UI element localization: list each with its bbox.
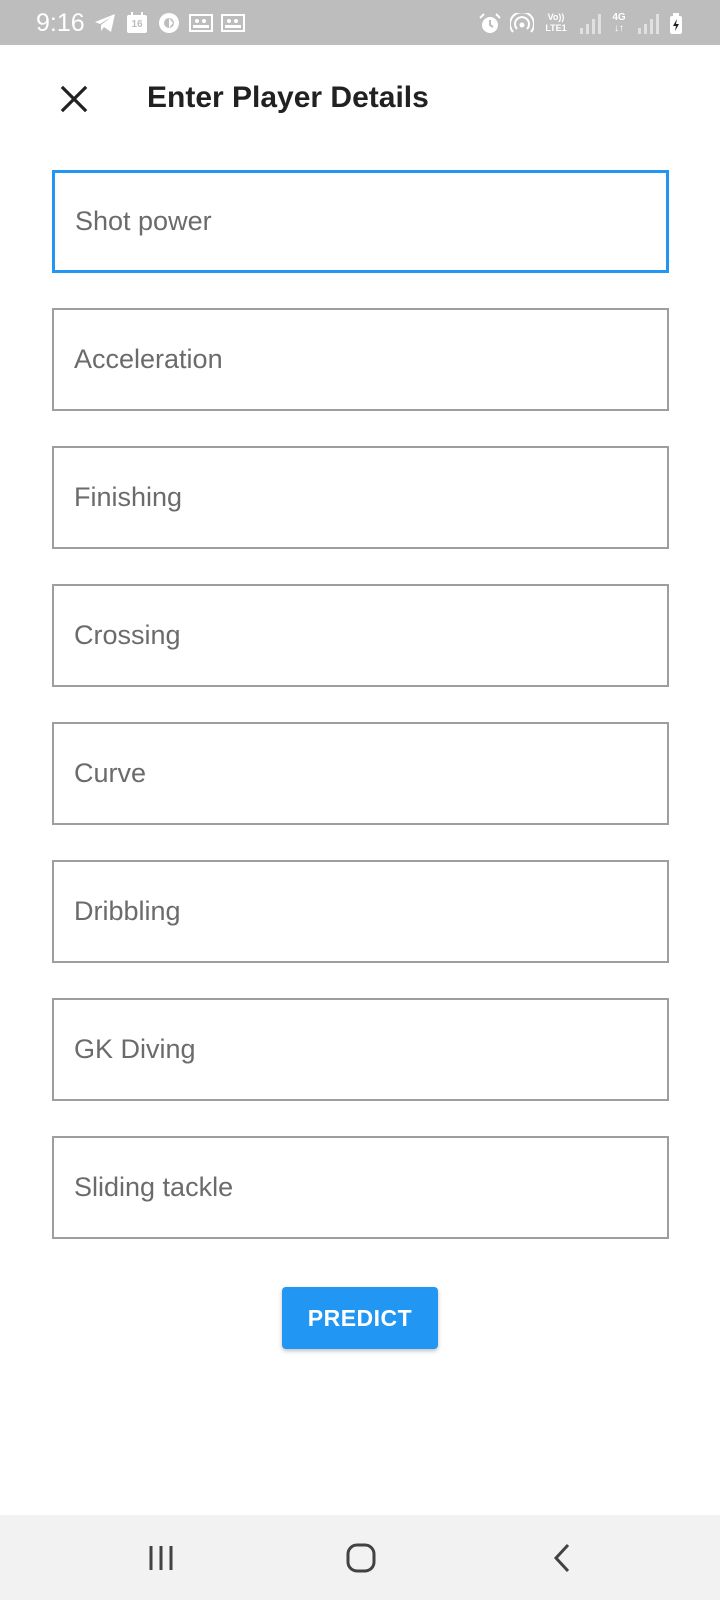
gallery-icon — [189, 12, 213, 34]
status-right-icons: Vo)) LTE1 4G ↓↑ — [478, 12, 684, 36]
curve-input[interactable] — [74, 724, 647, 823]
finishing-input[interactable] — [74, 448, 647, 547]
gk-diving-input[interactable] — [74, 1000, 647, 1099]
alarm-icon — [478, 13, 502, 35]
home-button[interactable] — [331, 1533, 391, 1583]
gallery-icon — [221, 12, 245, 34]
home-icon — [346, 1543, 376, 1573]
app-bar: Enter Player Details — [0, 45, 720, 150]
calendar-icon: 16 — [125, 12, 149, 34]
signal-icon — [578, 13, 602, 35]
volte-icon: Vo)) LTE1 — [542, 12, 570, 36]
calendar-day: 16 — [131, 19, 143, 30]
4g-icon: 4G ↓↑ — [610, 12, 628, 36]
signal-icon — [636, 13, 660, 35]
close-icon — [60, 85, 88, 113]
gk-diving-field[interactable] — [52, 998, 669, 1101]
back-icon — [553, 1543, 570, 1573]
recent-apps-icon — [149, 1546, 173, 1570]
recent-apps-button[interactable] — [131, 1533, 191, 1583]
sliding-tackle-field[interactable] — [52, 1136, 669, 1239]
telegram-icon — [93, 12, 117, 34]
curve-field[interactable] — [52, 722, 669, 825]
volte-label-top: Vo)) — [547, 12, 565, 22]
acceleration-input[interactable] — [74, 310, 647, 409]
shot-power-input[interactable] — [75, 173, 646, 270]
data-arrows: ↓↑ — [614, 23, 624, 34]
predict-button[interactable]: PREDICT — [282, 1287, 438, 1349]
close-button[interactable] — [50, 75, 98, 123]
network-label: 4G — [612, 12, 626, 23]
finishing-field[interactable] — [52, 446, 669, 549]
status-time: 9:16 — [36, 9, 85, 37]
status-left-icons: 16 — [93, 12, 245, 34]
navigation-bar — [0, 1515, 720, 1600]
app-icon — [157, 12, 181, 34]
volte-label-bottom: LTE1 — [545, 23, 567, 33]
acceleration-field[interactable] — [52, 308, 669, 411]
dribbling-input[interactable] — [74, 862, 647, 961]
shot-power-field[interactable] — [52, 170, 669, 273]
battery-charging-icon — [668, 13, 684, 35]
page-title: Enter Player Details — [147, 81, 429, 114]
player-details-form — [52, 170, 669, 1274]
dribbling-field[interactable] — [52, 860, 669, 963]
sliding-tackle-input[interactable] — [74, 1138, 647, 1237]
back-button[interactable] — [533, 1533, 593, 1583]
status-bar: 9:16 16 Vo)) LTE1 4G ↓↑ — [0, 0, 720, 45]
crossing-input[interactable] — [74, 586, 647, 685]
hotspot-icon — [510, 13, 534, 35]
crossing-field[interactable] — [52, 584, 669, 687]
